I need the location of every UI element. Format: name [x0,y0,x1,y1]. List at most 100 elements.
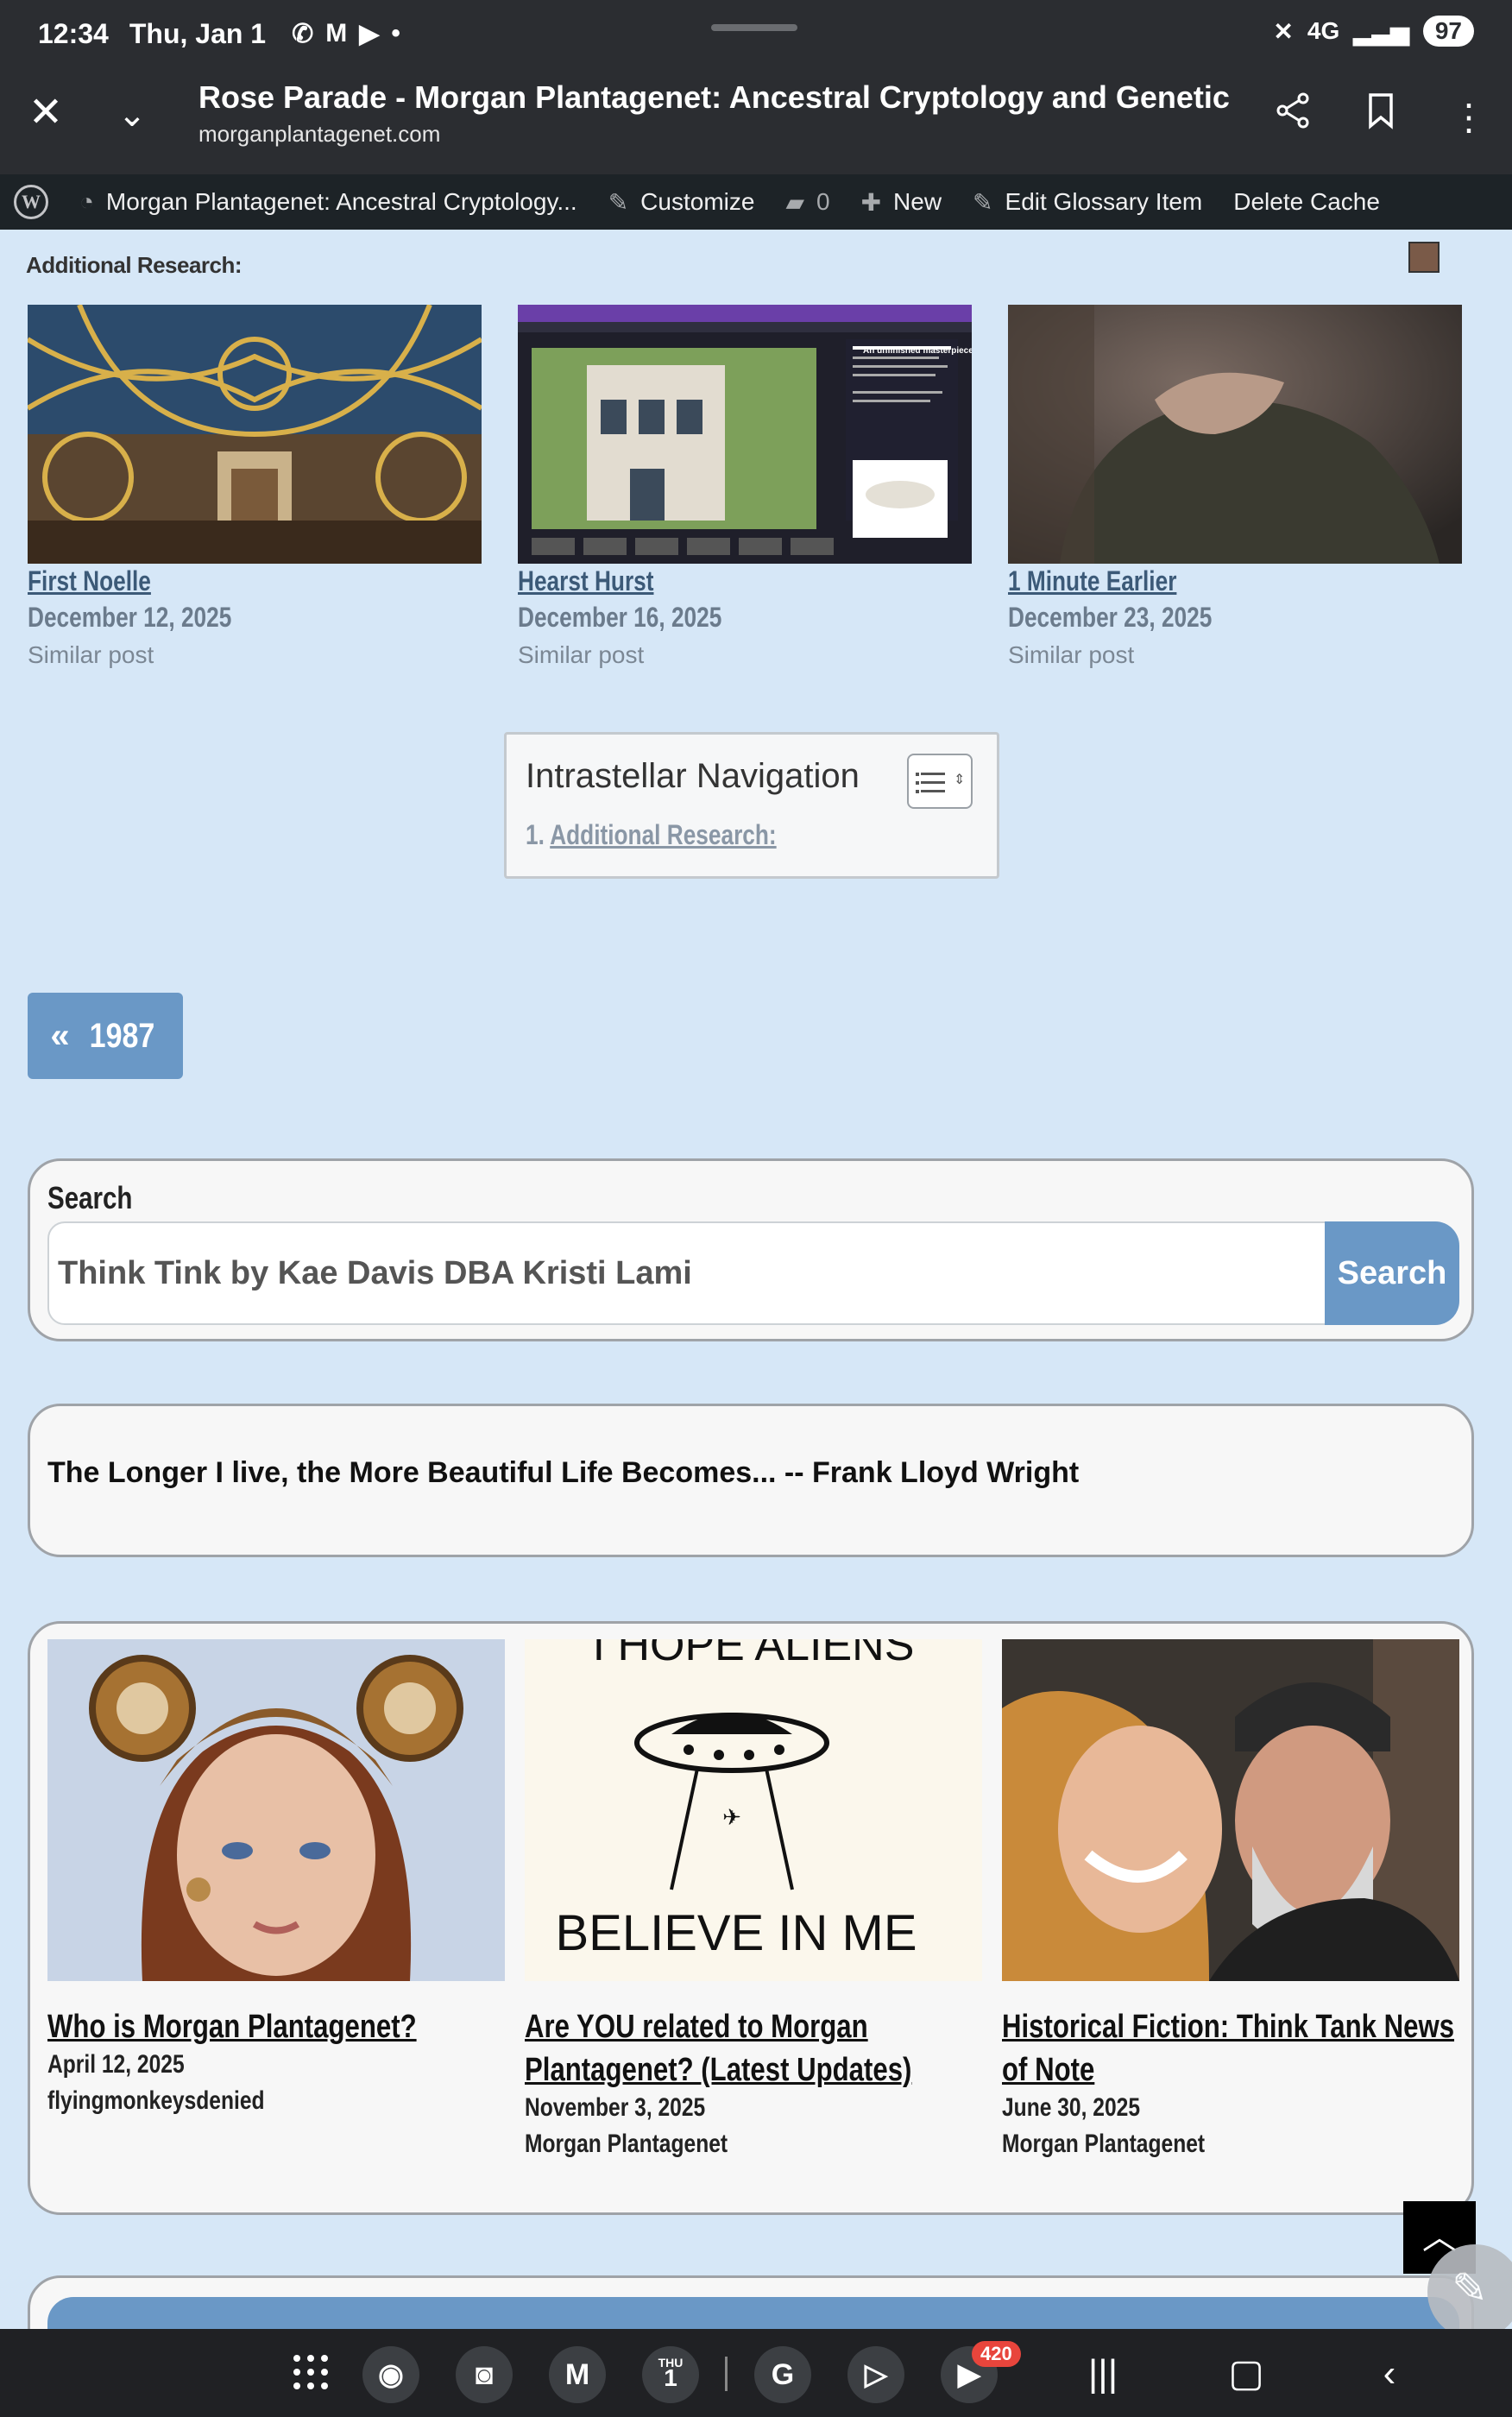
android-nav-bar: ◉ ◙ M THU 1 G ▷ ▶ 420 ||| ▢ ‹ [0,2329,1512,2417]
play-store-icon[interactable]: ▷ [847,2346,904,2403]
youtube-badge: 420 [972,2341,1021,2367]
featured-post-image[interactable] [47,1639,505,1981]
comments-count: 0 [816,188,830,215]
section-heading: Additional Research: [26,252,243,278]
dot-icon: • [391,19,400,47]
dashboard-icon: ◔ [79,188,94,215]
list-icon [916,773,919,776]
phone-icon: ✆ [292,19,314,48]
featured-post-card[interactable]: Who is Morgan Plantagenet? April 12, 202… [47,1639,505,2115]
google-icon[interactable]: G [754,2346,811,2403]
featured-post-title[interactable]: Historical Fiction: Think Tank News of N… [1002,2005,1462,2092]
battery-indicator: 97 [1422,16,1474,47]
similar-post-title[interactable]: 1 Minute Earlier [1008,565,1176,597]
similar-post-card[interactable]: An unfinished masterpiece Hearst Hurst D… [518,305,972,668]
previous-post-label: 1987 [89,1016,154,1055]
featured-post-date: June 30, 2025 [1002,2093,1141,2122]
edit-glossary-link[interactable]: ✎ Edit Glossary Item [973,188,1202,217]
new-content-menu[interactable]: ✚ New [861,188,942,217]
similar-post-thumbnail[interactable]: An unfinished masterpiece [518,305,972,564]
gmail-icon: M [325,19,348,47]
more-options-icon[interactable]: ⋮ [1443,92,1495,143]
featured-post-date: November 3, 2025 [525,2093,706,2122]
comment-icon: ▰ [785,188,804,216]
featured-post-author[interactable]: Morgan Plantagenet [525,2130,728,2159]
featured-post-image[interactable] [1002,1639,1459,1981]
similar-post-title[interactable]: First Noelle [28,565,151,597]
mute-icon: ✕ [1273,17,1294,45]
dock-separator [725,2357,728,2391]
similar-post-title[interactable]: Hearst Hurst [518,565,653,597]
search-label: Search [47,1180,133,1215]
toc-item-number: 1. [526,819,545,850]
ufo-top-text: I HOPE ALIENS [593,1639,915,1670]
previous-post-button[interactable]: « 1987 [28,993,183,1079]
toc-title: Intrastellar Navigation [526,757,860,795]
similar-post-date: December 16, 2025 [518,602,722,633]
search-button[interactable]: Search [1325,1221,1459,1325]
featured-post-card[interactable]: I HOPE ALIENS ✈ BELIEVE IN ME Are YOU re… [525,1639,982,2158]
quote-widget: The Longer I live, the More Beautiful Li… [28,1404,1474,1557]
search-widget: Search Search [28,1158,1474,1341]
wordpress-logo-icon[interactable]: W [14,185,48,219]
close-icon[interactable]: ✕ [24,92,67,135]
similar-post-card[interactable]: 1 Minute Earlier December 23, 2025 Simil… [1008,305,1462,668]
similar-post-card[interactable]: First Noelle December 12, 2025 Similar p… [28,305,482,668]
recents-icon[interactable]: ||| [1077,2348,1129,2400]
back-icon[interactable]: ‹ [1364,2348,1415,2400]
comments-link[interactable]: ▰ 0 [785,188,829,217]
customize-label: Customize [640,188,755,215]
site-name-label: Morgan Plantagenet: Ancestral Cryptology… [105,188,577,215]
app-drawer-icon[interactable] [293,2355,331,2393]
toc-toggle-button[interactable]: ⇕ [907,754,973,809]
calendar-icon[interactable]: THU 1 [642,2346,699,2403]
admin-avatar[interactable] [1408,242,1440,273]
status-time: 12:34 [38,17,109,49]
featured-post-card[interactable]: Historical Fiction: Think Tank News of N… [1002,1639,1459,2158]
screenshot-caption: An unfinished masterpiece [863,346,972,356]
network-label: 4G [1307,17,1340,44]
status-date: Thu, Jan 1 [129,17,267,49]
signal-icon: ▂▃▅ [1353,17,1409,45]
pencil-icon: ✎ [1452,2264,1488,2313]
similar-post-thumbnail[interactable] [1008,305,1462,564]
customize-link[interactable]: ✎ Customize [608,188,755,217]
featured-posts-widget: Who is Morgan Plantagenet? April 12, 202… [28,1621,1474,2215]
status-bar: 12:34 Thu, Jan 1 ✆ M ▶ • ✕ 4G ▂▃▅ 97 [0,0,1512,67]
featured-post-date: April 12, 2025 [47,2050,185,2079]
camera-icon[interactable]: ◙ [456,2346,513,2403]
drag-handle[interactable] [711,24,797,31]
plus-icon: ✚ [860,188,882,216]
chrome-icon[interactable]: ◉ [362,2346,419,2403]
site-name-menu[interactable]: ◔ Morgan Plantagenet: Ancestral Cryptolo… [79,188,577,216]
featured-post-author[interactable]: Morgan Plantagenet [1002,2130,1205,2159]
brush-icon: ✎ [608,188,629,216]
similar-post-tag: Similar post [28,641,154,668]
featured-post-author[interactable]: flyingmonkeysdenied [47,2086,265,2116]
delete-cache-link[interactable]: Delete Cache [1233,188,1380,216]
page-url: morganplantagenet.com [198,121,441,147]
page-title: Rose Parade - Morgan Plantagenet: Ancest… [198,79,1234,115]
pencil-icon: ✎ [973,188,993,216]
similar-post-date: December 23, 2025 [1008,602,1213,633]
notification-icons: ✆ M ▶ • [292,19,400,49]
share-icon[interactable] [1267,92,1319,143]
toc-item-link[interactable]: Additional Research: [550,819,776,850]
home-icon[interactable]: ▢ [1220,2348,1272,2400]
quote-text: The Longer I live, the More Beautiful Li… [47,1456,1080,1489]
toc-item[interactable]: 1. Additional Research: [526,819,777,851]
featured-post-image[interactable]: I HOPE ALIENS ✈ BELIEVE IN ME [525,1639,982,1981]
ghost-header-row: Additional Research: [0,230,1512,290]
similar-post-thumbnail[interactable] [28,305,482,564]
new-label: New [893,188,942,215]
featured-post-title[interactable]: Are YOU related to Morgan Plantagenet? (… [525,2005,985,2092]
bookmark-icon[interactable] [1355,92,1407,143]
featured-post-title[interactable]: Who is Morgan Plantagenet? [47,2005,507,2048]
double-chevron-left-icon: « [50,1016,70,1055]
custom-tab-toolbar: ✕ ⌄ Rose Parade - Morgan Plantagenet: An… [0,67,1512,174]
ufo-text: BELIEVE IN ME [555,1905,917,1961]
search-input[interactable] [47,1221,1373,1325]
chevron-down-icon[interactable]: ⌄ [110,93,154,136]
similar-post-date: December 12, 2025 [28,602,232,633]
gmail-icon[interactable]: M [549,2346,606,2403]
